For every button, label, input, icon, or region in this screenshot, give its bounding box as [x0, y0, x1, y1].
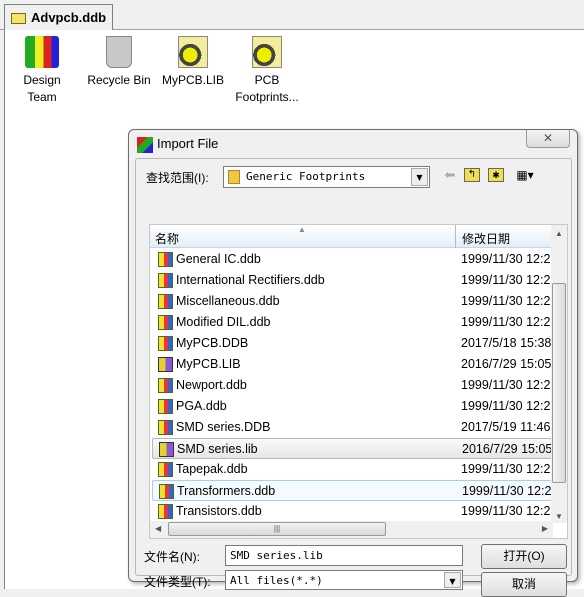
file-name: Transformers.ddb	[177, 484, 276, 498]
database-file-icon	[158, 336, 173, 351]
open-button[interactable]: 打开(O)	[481, 544, 567, 569]
file-name: Miscellaneous.ddb	[176, 294, 280, 308]
scroll-down-icon[interactable]: ▼	[555, 512, 563, 521]
filename-input[interactable]: SMD series.lib	[225, 545, 463, 566]
file-name: Modified DIL.ddb	[176, 315, 271, 329]
file-name: PGA.ddb	[176, 399, 227, 413]
database-file-icon	[158, 378, 173, 393]
file-row[interactable]: MyPCB.DDB 2017/5/18 15:38	[152, 333, 552, 354]
file-row[interactable]: General IC.ddb 1999/11/30 12:2	[152, 249, 552, 270]
file-row[interactable]: Transistors.ddb 1999/11/30 12:2	[152, 501, 552, 522]
file-row[interactable]: International Rectifiers.ddb 1999/11/30 1…	[152, 270, 552, 291]
database-file-icon	[158, 273, 173, 288]
file-row[interactable]: PGA.ddb 1999/11/30 12:2	[152, 396, 552, 417]
back-arrow-icon[interactable]: ⬅	[441, 166, 459, 184]
library-icon	[252, 36, 282, 68]
file-date: 1999/11/30 12:2	[461, 294, 551, 308]
vertical-scrollbar[interactable]: ▲ ▼	[551, 225, 567, 523]
file-row[interactable]: MyPCB.LIB 2016/7/29 15:05	[152, 354, 552, 375]
database-file-icon	[158, 315, 173, 330]
file-date: 2016/7/29 15:05	[461, 357, 552, 371]
scroll-up-icon[interactable]: ▲	[555, 229, 563, 238]
scroll-thumb[interactable]: |||	[168, 522, 386, 536]
look-in-label: 查找范围(I):	[146, 171, 209, 185]
recycle-bin-icon	[106, 36, 132, 68]
database-file-icon	[158, 462, 173, 477]
file-date: 1999/11/30 12:2	[461, 252, 551, 266]
file-name: Tapepak.ddb	[176, 462, 248, 476]
file-date: 2017/5/19 11:46	[461, 420, 551, 434]
file-date: 1999/11/30 12:2	[461, 462, 551, 476]
database-file-icon	[158, 252, 173, 267]
sort-arrow-icon: ▲	[298, 225, 306, 234]
file-name: Newport.ddb	[176, 378, 247, 392]
file-row[interactable]: Modified DIL.ddb 1999/11/30 12:2	[152, 312, 552, 333]
dialog-body: 查找范围(I): Generic Footprints ▼ ⬅ ↰ ✱ ▦▾ 名称…	[135, 158, 572, 597]
file-date: 1999/11/30 12:2	[461, 504, 551, 518]
desktop-item-design-team[interactable]: Design Team	[2, 36, 82, 106]
file-date: 1999/11/30 12:2	[461, 315, 551, 329]
database-file-icon	[159, 484, 174, 499]
import-file-dialog: Import File ✕ 查找范围(I): Generic Footprint…	[128, 129, 578, 597]
folder-icon	[11, 13, 26, 24]
horizontal-scrollbar[interactable]: ◀ ||| ▶	[150, 521, 553, 538]
database-file-icon	[158, 420, 173, 435]
dialog-title: Import File	[157, 136, 219, 151]
scroll-thumb[interactable]	[552, 283, 566, 483]
desktop-item-mypcb-lib[interactable]: MyPCB.LIB	[153, 36, 233, 89]
file-name: SMD series.lib	[177, 442, 258, 456]
filename-label: 文件名(N):	[144, 550, 200, 564]
library-file-icon	[159, 442, 174, 457]
file-name: MyPCB.DDB	[176, 336, 249, 350]
file-name: MyPCB.LIB	[176, 357, 241, 371]
file-date: 2016/7/29 15:05	[462, 442, 553, 456]
look-in-combo[interactable]: Generic Footprints ▼	[223, 166, 430, 188]
file-date: 1999/11/30 12:2	[461, 378, 551, 392]
file-row[interactable]: Transformers.ddb 1999/11/30 12:2	[152, 480, 552, 501]
scroll-right-icon[interactable]: ▶	[542, 524, 548, 533]
app-icon	[137, 137, 153, 153]
file-date: 1999/11/30 12:2	[461, 399, 551, 413]
tab-advpcb[interactable]: Advpcb.ddb	[4, 4, 113, 31]
file-row[interactable]: Tapepak.ddb 1999/11/30 12:2	[152, 459, 552, 480]
database-file-icon	[158, 399, 173, 414]
file-name: International Rectifiers.ddb	[176, 273, 325, 287]
tab-bar: Advpcb.ddb	[0, 0, 584, 31]
folder-icon	[228, 170, 240, 184]
file-name: SMD series.DDB	[176, 420, 271, 434]
file-row[interactable]: Miscellaneous.ddb 1999/11/30 12:2	[152, 291, 552, 312]
look-in-value: Generic Footprints	[246, 170, 366, 184]
filetype-label: 文件类型(T):	[144, 575, 211, 589]
column-date[interactable]: 修改日期	[455, 225, 516, 248]
file-date: 1999/11/30 12:2	[462, 484, 552, 498]
file-row[interactable]: SMD series.DDB 2017/5/19 11:46	[152, 417, 552, 438]
design-team-icon	[25, 36, 59, 68]
library-file-icon	[158, 357, 173, 372]
close-button[interactable]: ✕	[526, 130, 570, 148]
file-name: Transistors.ddb	[176, 504, 262, 518]
view-menu-icon[interactable]: ▦▾	[511, 166, 539, 184]
database-file-icon	[158, 294, 173, 309]
file-name: General IC.ddb	[176, 252, 261, 266]
database-file-icon	[158, 504, 173, 519]
scroll-left-icon[interactable]: ◀	[155, 524, 161, 533]
library-icon	[178, 36, 208, 68]
up-folder-icon[interactable]: ↰	[464, 168, 480, 182]
file-list: 名称 ▲ 修改日期 General IC.ddb 1999/11/30 12:2 I…	[149, 224, 568, 539]
list-header: 名称 ▲ 修改日期	[150, 225, 553, 248]
column-name[interactable]: 名称	[155, 230, 179, 247]
cancel-button[interactable]: 取消	[481, 572, 567, 597]
file-date: 2017/5/18 15:38	[461, 336, 552, 350]
chevron-down-icon[interactable]: ▼	[444, 572, 461, 588]
chevron-down-icon[interactable]: ▼	[411, 168, 428, 186]
desktop-item-recycle-bin[interactable]: Recycle Bin	[79, 36, 159, 89]
file-row[interactable]: Newport.ddb 1999/11/30 12:2	[152, 375, 552, 396]
desktop-item-pcb-footprints[interactable]: PCB Footprints...	[227, 36, 307, 106]
new-folder-icon[interactable]: ✱	[488, 168, 504, 182]
filetype-select[interactable]: All files(*.*) ▼	[225, 570, 463, 590]
file-date: 1999/11/30 12:2	[461, 273, 551, 287]
file-row[interactable]: SMD series.lib 2016/7/29 15:05	[152, 438, 552, 459]
